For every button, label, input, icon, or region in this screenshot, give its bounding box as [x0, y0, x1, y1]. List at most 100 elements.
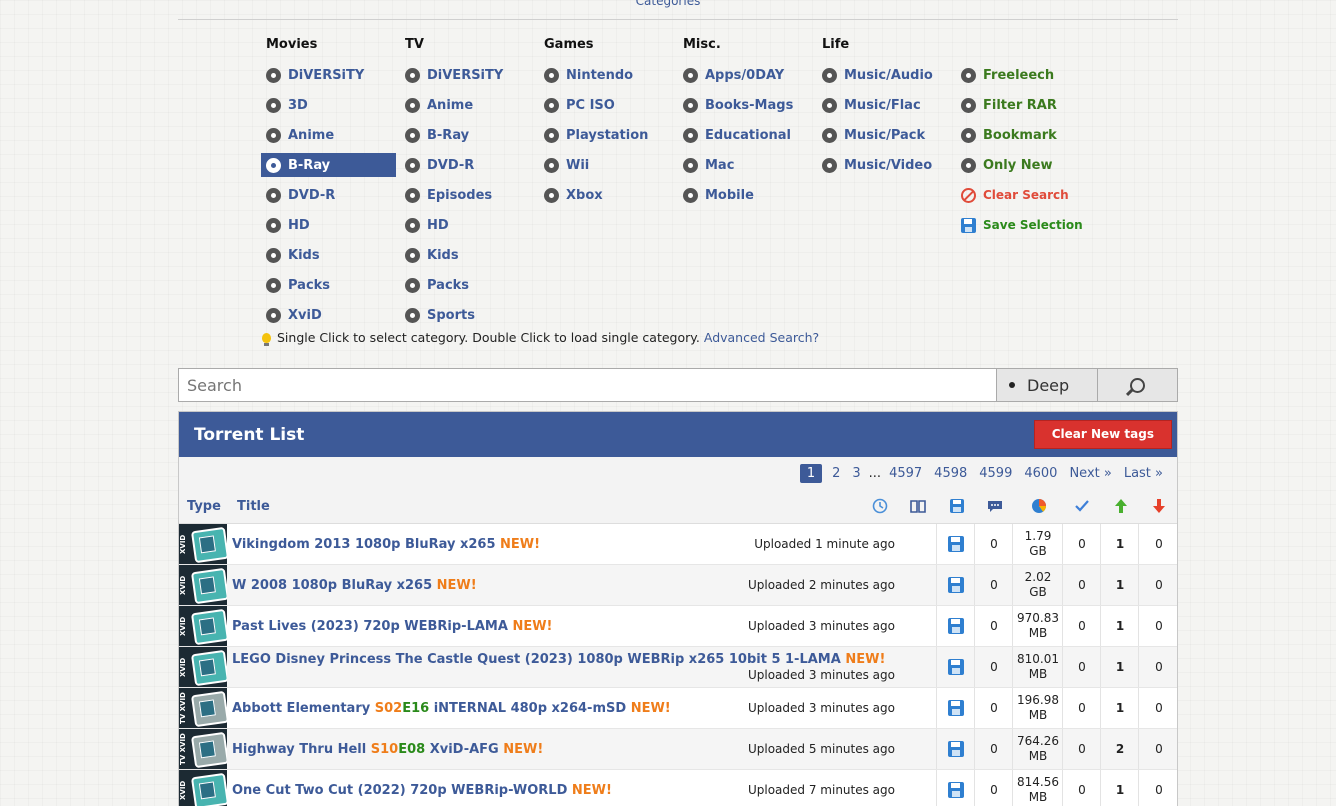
save-icon[interactable]: [949, 498, 965, 514]
check-icon[interactable]: [1074, 498, 1090, 514]
type-thumbnail[interactable]: XVID: [179, 524, 227, 564]
category-tv-anime[interactable]: Anime: [400, 93, 536, 117]
comment-icon[interactable]: [987, 498, 1003, 514]
save-selection-button[interactable]: Save Selection: [956, 213, 1106, 237]
table-row[interactable]: TV XVID Abbott Elementary S02E16 iNTERNA…: [179, 688, 1177, 729]
category-life-music-video[interactable]: Music/Video: [817, 153, 953, 177]
category-misc-mobile[interactable]: Mobile: [678, 183, 814, 207]
category-life-music-flac[interactable]: Music/Flac: [817, 93, 953, 117]
category-games-nintendo[interactable]: Nintendo: [539, 63, 675, 87]
table-row[interactable]: XVID W 2008 1080p BluRay x265 NEW! Uploa…: [179, 565, 1177, 606]
category-tv-diversity[interactable]: DiVERSiTY: [400, 63, 536, 87]
clear-new-tags-button[interactable]: Clear New tags: [1033, 420, 1172, 449]
category-misc-apps[interactable]: Apps/0DAY: [678, 63, 814, 87]
category-games-wii[interactable]: Wii: [539, 153, 675, 177]
download-cell[interactable]: [936, 565, 975, 605]
filter-bookmark[interactable]: Bookmark: [956, 123, 1106, 147]
torrent-title-link[interactable]: Past Lives (2023) 720p WEBRip-LAMA: [232, 619, 508, 634]
category-movies-anime[interactable]: Anime: [261, 123, 397, 147]
page-link[interactable]: 4599: [979, 466, 1012, 481]
seeders-count[interactable]: 1: [1100, 565, 1139, 605]
column-title[interactable]: Title: [237, 499, 270, 514]
seeders-count[interactable]: 1: [1100, 606, 1139, 646]
filter-only-new[interactable]: Only New: [956, 153, 1106, 177]
category-games-pc-iso[interactable]: PC ISO: [539, 93, 675, 117]
seeders-count[interactable]: 2: [1100, 729, 1139, 769]
up-arrow-icon[interactable]: [1113, 498, 1129, 514]
down-arrow-icon[interactable]: [1151, 498, 1167, 514]
category-movies-3d[interactable]: 3D: [261, 93, 397, 117]
clear-search-button[interactable]: Clear Search: [956, 183, 1106, 207]
page-link[interactable]: 2: [832, 466, 840, 481]
category-movies-dvd-r[interactable]: DVD-R: [261, 183, 397, 207]
category-movies-packs[interactable]: Packs: [261, 273, 397, 297]
category-movies-hd[interactable]: HD: [261, 213, 397, 237]
download-cell[interactable]: [936, 524, 975, 564]
search-input[interactable]: [178, 368, 996, 402]
leechers-count[interactable]: 0: [1138, 606, 1177, 646]
categories-header[interactable]: Categories: [0, 0, 1336, 8]
table-row[interactable]: XVID Past Lives (2023) 720p WEBRip-LAMA …: [179, 606, 1177, 647]
torrent-title-link[interactable]: LEGO Disney Princess The Castle Quest (2…: [232, 652, 841, 667]
leechers-count[interactable]: 0: [1138, 770, 1177, 806]
type-thumbnail[interactable]: XVID: [179, 647, 227, 687]
torrent-title-link[interactable]: Vikingdom 2013 1080p BluRay x265: [232, 537, 496, 552]
torrent-title-link[interactable]: Abbott Elementary S02E16 iNTERNAL 480p x…: [232, 701, 626, 716]
leechers-count[interactable]: 0: [1138, 729, 1177, 769]
search-button[interactable]: [1098, 368, 1178, 402]
page-link[interactable]: 4598: [934, 466, 967, 481]
download-cell[interactable]: [936, 688, 975, 728]
deep-search-toggle[interactable]: Deep: [996, 368, 1098, 402]
category-movies-diversity[interactable]: DiVERSiTY: [261, 63, 397, 87]
pie-icon[interactable]: [1031, 498, 1047, 514]
torrent-title-link[interactable]: W 2008 1080p BluRay x265: [232, 578, 432, 593]
type-thumbnail[interactable]: XVID: [179, 606, 227, 646]
book-icon[interactable]: [910, 498, 926, 514]
category-misc-mac[interactable]: Mac: [678, 153, 814, 177]
download-cell[interactable]: [936, 770, 975, 806]
page-link[interactable]: 4600: [1024, 466, 1057, 481]
type-thumbnail[interactable]: TV XVID: [179, 688, 227, 728]
type-thumbnail[interactable]: XVID: [179, 565, 227, 605]
page-link[interactable]: 4597: [889, 466, 922, 481]
category-misc-books[interactable]: Books-Mags: [678, 93, 814, 117]
filter-freeleech[interactable]: Freeleech: [956, 63, 1106, 87]
type-thumbnail[interactable]: TV XVID: [179, 729, 227, 769]
seeders-count[interactable]: 1: [1100, 770, 1139, 806]
category-games-xbox[interactable]: Xbox: [539, 183, 675, 207]
category-movies-xvid[interactable]: XviD: [261, 303, 397, 327]
clock-icon[interactable]: [872, 498, 888, 514]
seeders-count[interactable]: 1: [1100, 647, 1139, 687]
category-tv-episodes[interactable]: Episodes: [400, 183, 536, 207]
category-tv-b-ray[interactable]: B-Ray: [400, 123, 536, 147]
leechers-count[interactable]: 0: [1138, 524, 1177, 564]
filter-rar[interactable]: Filter RAR: [956, 93, 1106, 117]
category-tv-kids[interactable]: Kids: [400, 243, 536, 267]
download-cell[interactable]: [936, 606, 975, 646]
seeders-count[interactable]: 1: [1100, 688, 1139, 728]
category-tv-hd[interactable]: HD: [400, 213, 536, 237]
category-movies-kids[interactable]: Kids: [261, 243, 397, 267]
category-misc-educational[interactable]: Educational: [678, 123, 814, 147]
type-thumbnail[interactable]: XVID: [179, 770, 227, 806]
next-page-link[interactable]: Next »: [1069, 466, 1111, 481]
table-row[interactable]: TV XVID Highway Thru Hell S10E08 XviD-AF…: [179, 729, 1177, 770]
leechers-count[interactable]: 0: [1138, 688, 1177, 728]
advanced-search-link[interactable]: Advanced Search?: [704, 330, 819, 345]
torrent-title-link[interactable]: One Cut Two Cut (2022) 720p WEBRip-WORLD: [232, 783, 567, 798]
seeders-count[interactable]: 1: [1100, 524, 1139, 564]
category-games-playstation[interactable]: Playstation: [539, 123, 675, 147]
category-movies-b-ray[interactable]: B-Ray: [261, 153, 396, 177]
table-row[interactable]: XVID One Cut Two Cut (2022) 720p WEBRip-…: [179, 770, 1177, 806]
category-life-music-pack[interactable]: Music/Pack: [817, 123, 953, 147]
category-life-music-audio[interactable]: Music/Audio: [817, 63, 953, 87]
table-row[interactable]: XVID Vikingdom 2013 1080p BluRay x265 NE…: [179, 524, 1177, 565]
category-tv-packs[interactable]: Packs: [400, 273, 536, 297]
download-cell[interactable]: [936, 647, 975, 687]
leechers-count[interactable]: 0: [1138, 565, 1177, 605]
leechers-count[interactable]: 0: [1138, 647, 1177, 687]
column-type[interactable]: Type: [187, 499, 221, 514]
page-current[interactable]: 1: [799, 463, 823, 483]
category-tv-dvd-r[interactable]: DVD-R: [400, 153, 536, 177]
torrent-title-link[interactable]: Highway Thru Hell S10E08 XviD-AFG: [232, 742, 499, 757]
